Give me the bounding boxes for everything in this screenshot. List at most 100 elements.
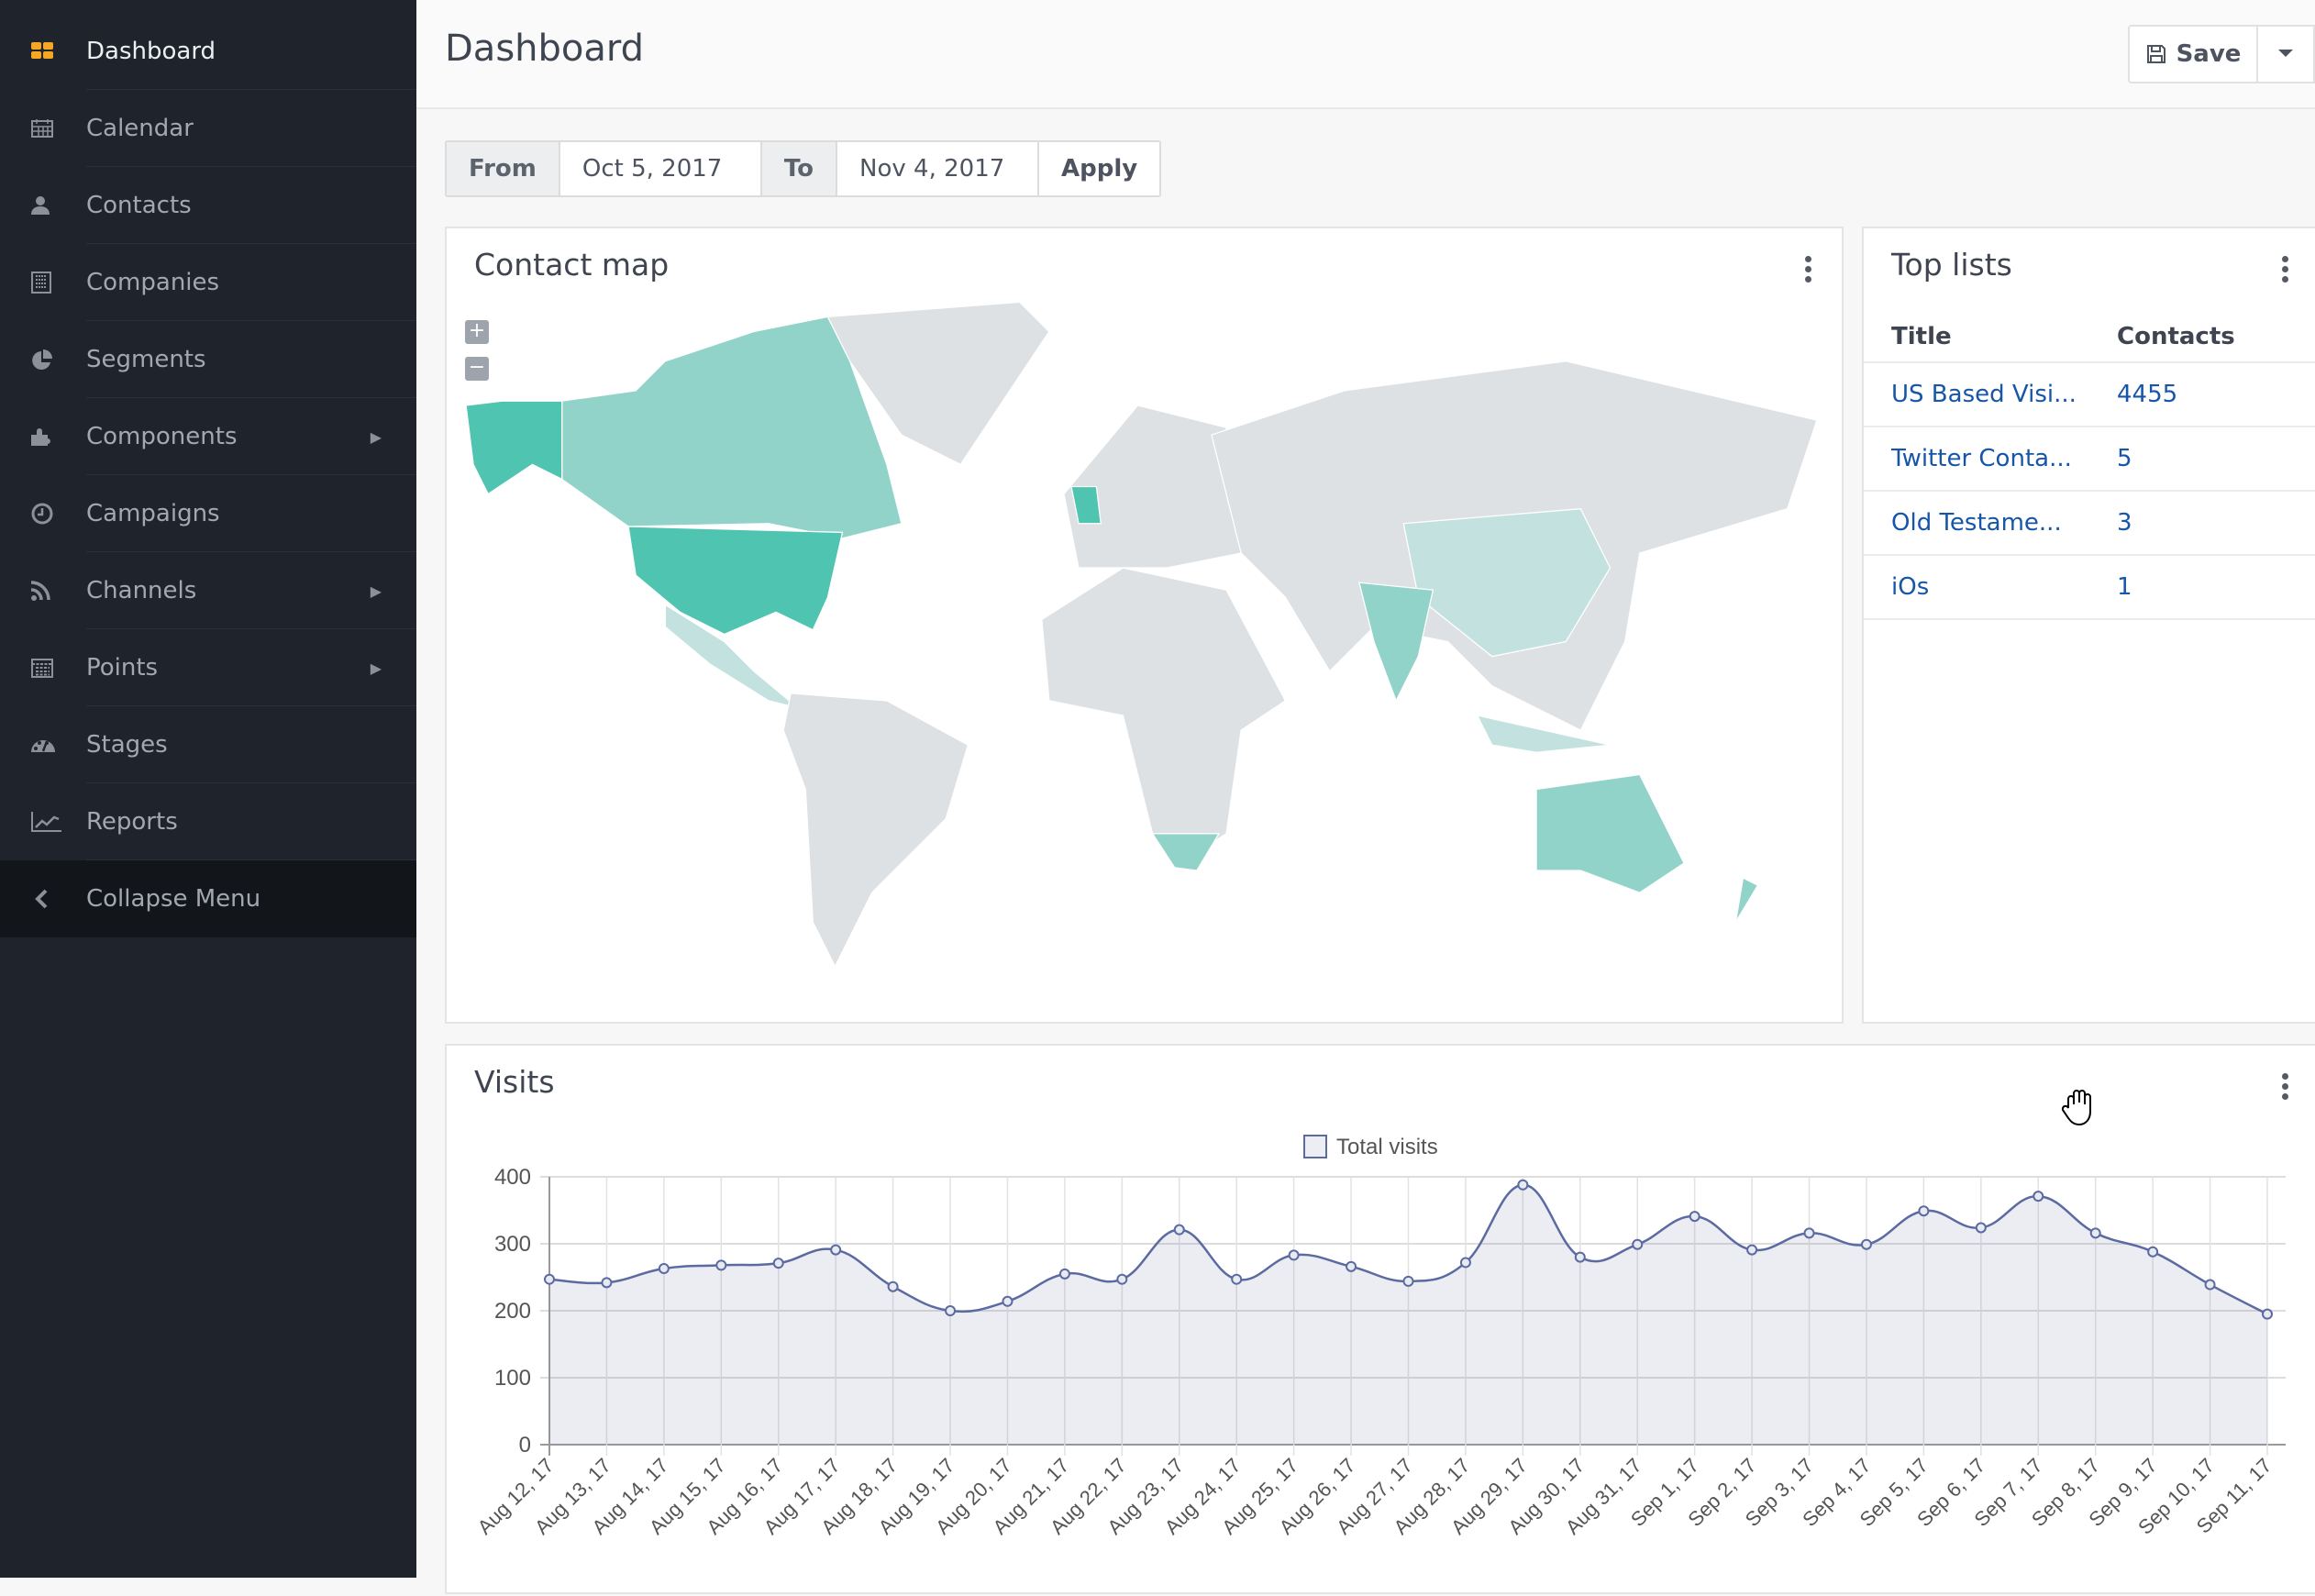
list-contacts-count[interactable]: 1 — [2089, 555, 2315, 620]
data-point — [1689, 1211, 1700, 1223]
dashboard-icon — [0, 40, 86, 62]
to-date-input[interactable]: Nov 4, 2017 — [837, 142, 1040, 195]
save-button[interactable]: Save — [2128, 25, 2258, 83]
caret-right-icon: ▶ — [370, 659, 382, 677]
visits-chart[interactable]: 0100200300400Aug 12, 17Aug 13, 17Aug 14,… — [447, 1046, 2315, 1596]
map-region-south-america[interactable] — [782, 693, 969, 967]
data-point — [1632, 1238, 1644, 1250]
line-chart-icon — [0, 811, 86, 833]
sidebar-item-reports[interactable]: Reports — [0, 783, 416, 860]
sidebar-item-channels[interactable]: Channels ▶ — [0, 552, 416, 629]
sidebar: Dashboard Calendar Contacts Companies Segmen… — [0, 0, 416, 1578]
sidebar-item-segments[interactable]: Segments — [0, 321, 416, 398]
data-point — [1116, 1273, 1128, 1285]
calendar-icon — [0, 117, 86, 139]
top-lists-table: Title Contacts US Based Visi... 4455 Twitt… — [1864, 311, 2315, 620]
y-tick-label: 300 — [494, 1232, 531, 1257]
data-point — [2089, 1227, 2101, 1239]
calculator-icon — [0, 657, 86, 679]
data-point — [772, 1258, 784, 1269]
visits-panel: Visits 0 100 200 300 400 Aug 12, 17 Aug 13, 17… — [445, 1044, 2315, 1594]
list-title-link[interactable]: Twitter Conta... — [1864, 427, 2089, 492]
chevron-left-icon — [0, 888, 86, 910]
data-point — [2262, 1308, 2273, 1320]
data-point — [2147, 1246, 2159, 1258]
sidebar-item-calendar[interactable]: Calendar — [0, 90, 416, 167]
list-contacts-count[interactable]: 3 — [2089, 491, 2315, 556]
date-range-filter: From Oct 5, 2017 To Nov 4, 2017 Apply — [445, 140, 1162, 197]
sidebar-item-label: Contacts — [86, 167, 416, 244]
data-point — [2204, 1279, 2216, 1291]
kebab-menu-icon[interactable] — [1805, 256, 1812, 283]
sidebar-item-label: Campaigns — [86, 475, 416, 552]
page-header: Dashboard Save — [416, 0, 2315, 109]
list-contacts-count[interactable]: 5 — [2089, 427, 2315, 492]
sidebar-item-label: Calendar — [86, 90, 416, 167]
data-point — [1860, 1238, 1872, 1250]
sidebar-item-campaigns[interactable]: Campaigns — [0, 475, 416, 552]
to-label: To — [761, 142, 838, 195]
sidebar-item-label: Points — [86, 629, 416, 706]
column-header-title: Title — [1864, 311, 2089, 363]
map-region-india[interactable] — [1358, 582, 1434, 703]
data-point — [1002, 1295, 1014, 1307]
top-lists-title: Top lists — [1891, 247, 2012, 283]
sidebar-item-contacts[interactable]: Contacts — [0, 167, 416, 244]
data-point — [1058, 1268, 1070, 1280]
data-point — [945, 1305, 957, 1316]
data-point — [1517, 1179, 1529, 1191]
data-point — [887, 1280, 899, 1292]
data-point — [1803, 1227, 1815, 1239]
clock-icon — [0, 503, 86, 525]
map-region-new-zealand[interactable] — [1734, 877, 1759, 923]
table-row: iOs 1 — [1864, 555, 2315, 620]
list-title-link[interactable]: US Based Visi... — [1864, 362, 2089, 427]
map-region-indonesia[interactable] — [1476, 715, 1611, 753]
kebab-menu-icon[interactable] — [2282, 256, 2289, 283]
map-region-usa[interactable] — [627, 526, 844, 636]
data-point — [1975, 1222, 1987, 1234]
from-date-input[interactable]: Oct 5, 2017 — [559, 142, 762, 195]
list-title-link[interactable]: Old Testame... — [1864, 491, 2089, 556]
tachometer-icon — [0, 734, 86, 756]
page-title: Dashboard — [445, 28, 645, 70]
grab-cursor-icon — [2061, 1090, 2091, 1126]
collapse-menu-label: Collapse Menu — [86, 885, 261, 913]
building-icon — [0, 272, 86, 294]
data-point — [715, 1259, 727, 1271]
sidebar-item-stages[interactable]: Stages — [0, 706, 416, 783]
y-tick-label: 400 — [494, 1165, 531, 1190]
save-options-dropdown[interactable] — [2258, 25, 2315, 83]
list-contacts-count[interactable]: 4455 — [2089, 362, 2315, 427]
world-map[interactable] — [459, 302, 1832, 967]
sidebar-item-label: Dashboard — [86, 13, 416, 90]
y-tick-label: 100 — [494, 1366, 531, 1391]
y-tick-label: 200 — [494, 1299, 531, 1324]
data-point — [601, 1277, 613, 1289]
sidebar-item-label: Companies — [86, 244, 416, 321]
data-point — [1746, 1244, 1758, 1256]
contact-map-title: Contact map — [474, 247, 670, 283]
map-region-africa[interactable] — [1041, 567, 1287, 864]
sidebar-item-label: Stages — [86, 706, 416, 783]
sidebar-item-label: Channels — [86, 552, 416, 629]
sidebar-item-label: Components — [86, 398, 416, 475]
map-region-alaska[interactable] — [465, 400, 563, 495]
map-region-australia[interactable] — [1535, 773, 1685, 893]
caret-right-icon: ▶ — [370, 427, 382, 446]
top-lists-panel: Top lists Title Contacts US Based Visi..… — [1862, 227, 2315, 1024]
sidebar-item-points[interactable]: Points ▶ — [0, 629, 416, 706]
table-row: Twitter Conta... 5 — [1864, 427, 2315, 492]
list-title-link[interactable]: iOs — [1864, 555, 2089, 620]
caret-down-icon — [2278, 50, 2293, 57]
floppy-disk-icon — [2146, 45, 2165, 63]
map-region-south-africa[interactable] — [1151, 833, 1221, 871]
sidebar-item-dashboard[interactable]: Dashboard — [0, 13, 416, 90]
sidebar-item-label: Segments — [86, 321, 416, 398]
sidebar-item-companies[interactable]: Companies — [0, 244, 416, 321]
apply-button[interactable]: Apply — [1039, 142, 1159, 195]
sidebar-item-components[interactable]: Components ▶ — [0, 398, 416, 475]
collapse-menu-button[interactable]: Collapse Menu — [0, 860, 416, 937]
data-point — [1402, 1275, 1414, 1287]
contact-map-panel: Contact map + − — [445, 227, 1844, 1024]
